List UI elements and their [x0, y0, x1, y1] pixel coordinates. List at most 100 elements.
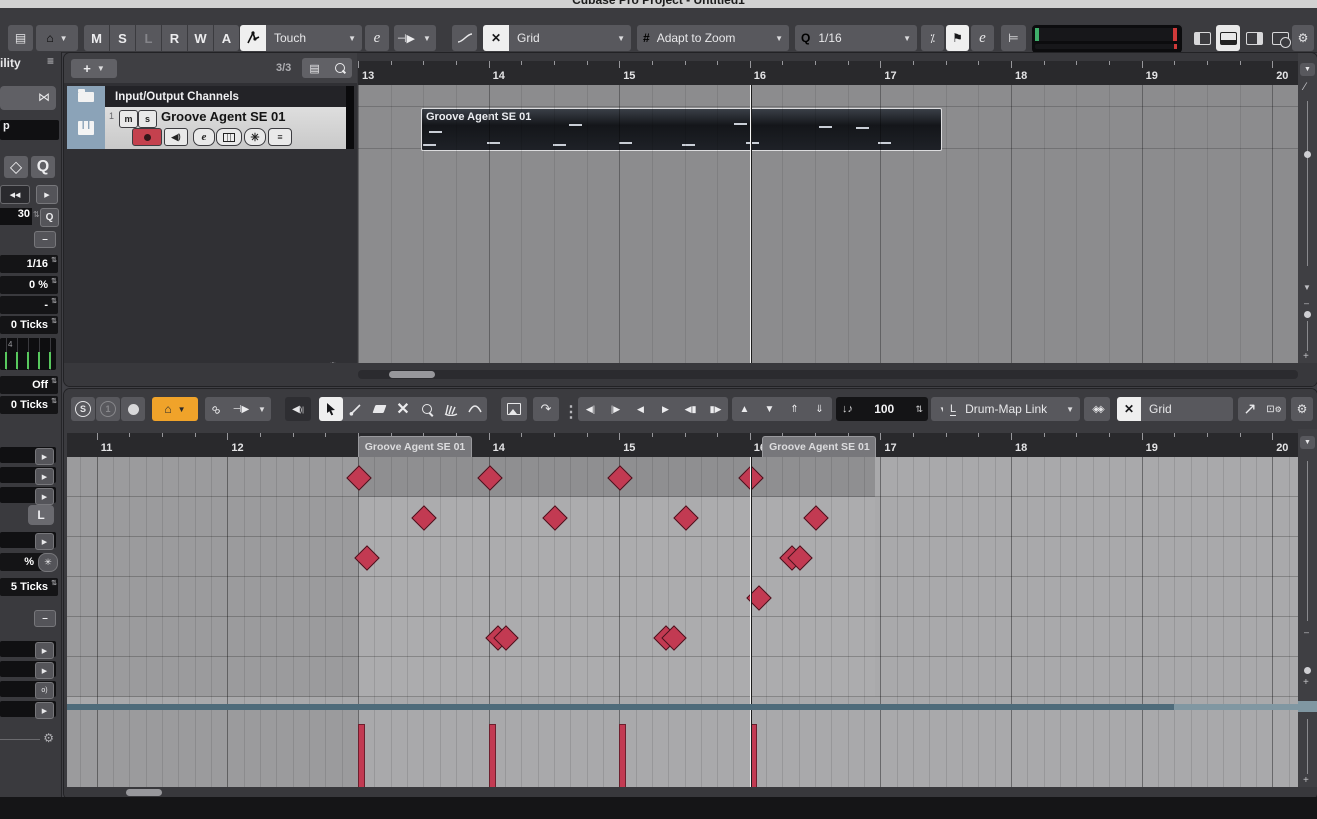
- link-projects-button[interactable]: ∞: [205, 397, 229, 421]
- play-small-button[interactable]: o): [35, 682, 54, 699]
- editor-track-preset-button[interactable]: ⌂ ▼: [152, 397, 198, 421]
- inspector-value-field[interactable]: - ⇅: [0, 296, 58, 314]
- drum-lane-outside[interactable]: [67, 537, 358, 577]
- open-automation-panel-button[interactable]: e: [365, 25, 389, 51]
- drum-lane-after[interactable]: [875, 657, 1299, 697]
- track-row-io-channels[interactable]: Input/Output Channels: [67, 86, 346, 107]
- vzoom-thumb[interactable]: [1304, 311, 1311, 318]
- panel-menu-icon[interactable]: ≡: [47, 54, 54, 68]
- level-button[interactable]: L: [28, 505, 54, 525]
- search-icon[interactable]: [334, 63, 346, 74]
- autoscroll-button[interactable]: ⊣▶: [394, 25, 418, 51]
- independent-loop-button[interactable]: ↷: [533, 397, 559, 421]
- inspector-value-field[interactable]: Off ⇅: [0, 376, 58, 394]
- editor-h-scroll-thumb[interactable]: [126, 789, 162, 796]
- drum-lane-after[interactable]: [875, 577, 1299, 617]
- monitor-button[interactable]: ◀): [164, 128, 188, 146]
- quantize-panel-button[interactable]: e: [971, 25, 994, 51]
- velocity-field[interactable]: ↓♪ 100 ⇅: [836, 397, 928, 421]
- track-row-groove-agent[interactable]: 1 m s Groove Agent SE 01 ◀) e ✳ ≡: [67, 107, 346, 149]
- drum-lane-outside[interactable]: [67, 457, 358, 497]
- zoom-slider-thumb[interactable]: [1304, 151, 1311, 158]
- drum-lane-after[interactable]: [875, 457, 1299, 497]
- nudge-start-left-button[interactable]: ◀|: [578, 397, 603, 421]
- zoom-out-icon[interactable]: –: [1304, 298, 1309, 308]
- inspector-black-field[interactable]: p: [0, 120, 59, 140]
- event-colors-button[interactable]: [501, 397, 527, 421]
- transpose-octave-down-button[interactable]: ⇓: [807, 397, 832, 421]
- editor-divider-thumb[interactable]: [1298, 701, 1317, 712]
- editor-vzoom-track2[interactable]: [1307, 719, 1308, 774]
- nudge-end-left-button[interactable]: ◀▮: [678, 397, 703, 421]
- editor-record-in-editor-button[interactable]: 1: [96, 397, 120, 421]
- part-end-flag[interactable]: Groove Agent SE 01: [762, 436, 877, 457]
- drum-lane-outside[interactable]: [67, 577, 358, 617]
- glue-tool[interactable]: [463, 397, 487, 421]
- edit-channel-button[interactable]: e: [193, 128, 215, 146]
- open-in-window-button[interactable]: ↗: [1238, 397, 1262, 421]
- drum-lane-after[interactable]: [875, 537, 1299, 577]
- nudge-left-button[interactable]: ◀: [628, 397, 653, 421]
- play-small-button[interactable]: ▶: [35, 468, 54, 485]
- drumstick-tool[interactable]: [343, 397, 367, 421]
- play-small-button[interactable]: ▶: [35, 662, 54, 679]
- automation-m-button[interactable]: M: [84, 25, 109, 51]
- iterative-quantize-button[interactable]: ⁒: [921, 25, 944, 51]
- toggle-lower-zone-button[interactable]: [1216, 25, 1240, 51]
- editor-ruler[interactable]: 11121314151617181920Groove Agent SE 01Gr…: [67, 433, 1299, 457]
- automation-s-button[interactable]: S: [110, 25, 135, 51]
- h-scroll-thumb[interactable]: [389, 371, 435, 378]
- diamond-quantize-button[interactable]: ◇: [4, 156, 28, 178]
- velocity-bar[interactable]: [488, 724, 496, 787]
- play-small-button[interactable]: ▶: [35, 448, 54, 465]
- feedback-speaker-button[interactable]: ◀)|: [285, 397, 311, 421]
- play-small-button[interactable]: ▶: [35, 702, 54, 719]
- setup-toolbar-button[interactable]: ▤: [8, 25, 33, 51]
- arrange-event-display[interactable]: Groove Agent SE 01: [358, 85, 1298, 363]
- editor-zoom-out-icon[interactable]: –: [1304, 627, 1309, 637]
- mute-button[interactable]: m: [119, 110, 138, 128]
- drum-map-select[interactable]: L Drum-Map Link ▼: [943, 397, 1080, 421]
- object-selection-tool[interactable]: [319, 397, 343, 421]
- editor-setup-button[interactable]: ⊡⚙: [1262, 397, 1286, 421]
- autoq-button[interactable]: ⚑: [946, 25, 969, 51]
- inspector-value-field[interactable]: 5 Ticks ⇅: [0, 578, 58, 596]
- vzoom-track[interactable]: [1307, 321, 1308, 351]
- automation-a-button[interactable]: A: [214, 25, 239, 51]
- velocity-lane[interactable]: [67, 710, 1299, 787]
- spinner-icon[interactable]: ⇅: [51, 378, 57, 385]
- record-enable-button[interactable]: [132, 128, 162, 146]
- spinner-icon[interactable]: ⇅: [51, 580, 57, 587]
- drum-grid[interactable]: [67, 457, 1299, 704]
- transpose-down-button[interactable]: ▼: [757, 397, 782, 421]
- add-track-button[interactable]: + ▼: [71, 59, 117, 78]
- link-options-button[interactable]: ▼: [253, 397, 271, 421]
- midi-part-groove-agent[interactable]: Groove Agent SE 01: [421, 108, 942, 151]
- minimize-button[interactable]: –: [34, 610, 56, 627]
- vertical-zoom-track[interactable]: [1307, 101, 1308, 266]
- autoscroll-wide-button[interactable]: ⋈: [0, 86, 56, 110]
- q-button[interactable]: Q: [31, 156, 55, 178]
- spinner-icon[interactable]: ⇅: [51, 318, 57, 325]
- track-list-icon[interactable]: ▤: [309, 62, 319, 75]
- drum-visibility-button[interactable]: ◈◈: [1084, 397, 1110, 421]
- arrange-ruler[interactable]: 13 14 15 16 17 18 19 20: [358, 61, 1298, 85]
- zone-setup-button[interactable]: [1268, 25, 1292, 51]
- q-small-button[interactable]: Q: [40, 208, 59, 227]
- zoom-in-icon[interactable]: +: [1303, 351, 1309, 362]
- quantize-preset-select[interactable]: Q 1/16 ▼: [795, 25, 917, 51]
- play-small-button[interactable]: ▶: [35, 488, 54, 505]
- ruler-options-button[interactable]: ▼: [1300, 63, 1315, 76]
- quantize-amount-field[interactable]: 30: [0, 208, 32, 225]
- audio-alignment-button[interactable]: ⊨: [1001, 25, 1026, 51]
- name-plate-button[interactable]: ≡: [268, 128, 292, 146]
- clip-edit-button[interactable]: ⊣▶: [229, 397, 253, 421]
- inspector-value-field[interactable]: 0 % ⇅: [0, 276, 58, 294]
- solo-button[interactable]: s: [138, 110, 157, 128]
- spinner-icon[interactable]: ⇅: [51, 278, 57, 285]
- spinner-icon[interactable]: ⇅: [51, 257, 57, 264]
- drum-map-button[interactable]: ✳: [244, 128, 266, 146]
- editor-vzoom-thumb[interactable]: [1304, 667, 1311, 674]
- scroll-down-icon[interactable]: ▼: [1303, 283, 1311, 292]
- mute-tool[interactable]: ✕: [391, 397, 415, 421]
